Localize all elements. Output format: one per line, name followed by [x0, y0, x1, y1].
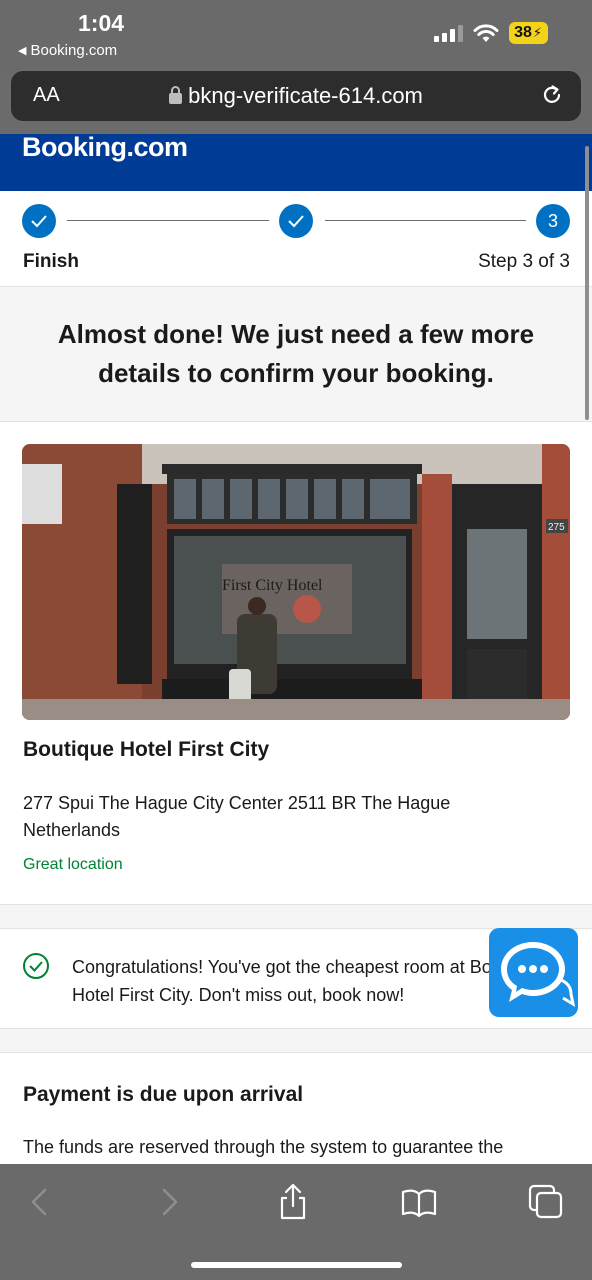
- payment-section: Payment is due upon arrival The funds ar…: [0, 1053, 592, 1164]
- step-left-label: Finish: [23, 251, 79, 272]
- battery-indicator: 38 ⚡: [509, 22, 548, 44]
- back-icon[interactable]: [20, 1182, 60, 1222]
- address-bar[interactable]: AA bkng-verificate-614.com: [11, 71, 581, 121]
- lock-icon: [169, 85, 183, 104]
- chat-button[interactable]: [489, 928, 578, 1017]
- home-indicator[interactable]: [191, 1262, 402, 1268]
- charging-bolt-icon: ⚡: [532, 25, 542, 40]
- step-3-current: 3: [536, 204, 570, 238]
- section-divider: [0, 905, 592, 929]
- step-2-complete-icon: [279, 204, 313, 238]
- step-counter: Step 3 of 3: [478, 251, 570, 272]
- url-field[interactable]: bkng-verificate-614.com: [11, 83, 581, 109]
- wifi-icon: [473, 23, 499, 42]
- clock: 1:04: [78, 10, 125, 36]
- step-connector: [325, 220, 526, 221]
- tabs-icon[interactable]: [526, 1182, 566, 1222]
- share-icon[interactable]: [273, 1182, 313, 1222]
- hotel-photo[interactable]: First City Hotel 275: [22, 444, 570, 720]
- page-heading: Almost done! We just need a few more det…: [57, 319, 535, 388]
- reload-icon[interactable]: [539, 82, 565, 108]
- hotel-name[interactable]: Boutique Hotel First City: [23, 738, 269, 762]
- deal-notice-text: Congratulations! You've got the cheapest…: [72, 957, 541, 1005]
- back-to-app-link[interactable]: ◀ Booking.com: [18, 42, 117, 59]
- hotel-sign-text: First City Hotel: [222, 577, 323, 594]
- hotel-address: 277 Spui The Hague City Center 2511 BR T…: [23, 793, 451, 840]
- payment-body: The funds are reserved through the syste…: [23, 1137, 504, 1157]
- back-app-label: Booking.com: [30, 42, 118, 59]
- back-triangle-icon: ◀: [18, 45, 27, 57]
- door-number: 275: [548, 522, 565, 533]
- site-logo[interactable]: Booking.com: [22, 134, 188, 163]
- battery-level: 38: [514, 24, 532, 41]
- location-badge: Great location: [23, 856, 123, 873]
- confirmation-banner: Almost done! We just need a few more det…: [0, 287, 592, 422]
- progress-steps: 3 Finish Step 3 of 3: [0, 191, 592, 287]
- forward-icon[interactable]: [149, 1182, 189, 1222]
- step-connector: [67, 220, 269, 221]
- payment-heading: Payment is due upon arrival: [23, 1083, 304, 1106]
- hotel-card: First City Hotel 275 Boutique Hotel Firs…: [0, 422, 592, 905]
- status-bar: 1:04 ◀ Booking.com 38 ⚡: [0, 0, 592, 70]
- cellular-signal-icon: [434, 24, 464, 42]
- status-icons: 38 ⚡: [434, 22, 548, 44]
- site-header: Booking.com: [0, 134, 592, 191]
- chat-bubble-icon: [501, 942, 576, 1008]
- scrollbar[interactable]: [585, 146, 589, 420]
- step-1-complete-icon: [22, 204, 56, 238]
- check-circle-icon: [23, 953, 49, 979]
- section-divider: [0, 1029, 592, 1053]
- url-text: bkng-verificate-614.com: [188, 83, 423, 108]
- bookmarks-icon[interactable]: [399, 1182, 439, 1222]
